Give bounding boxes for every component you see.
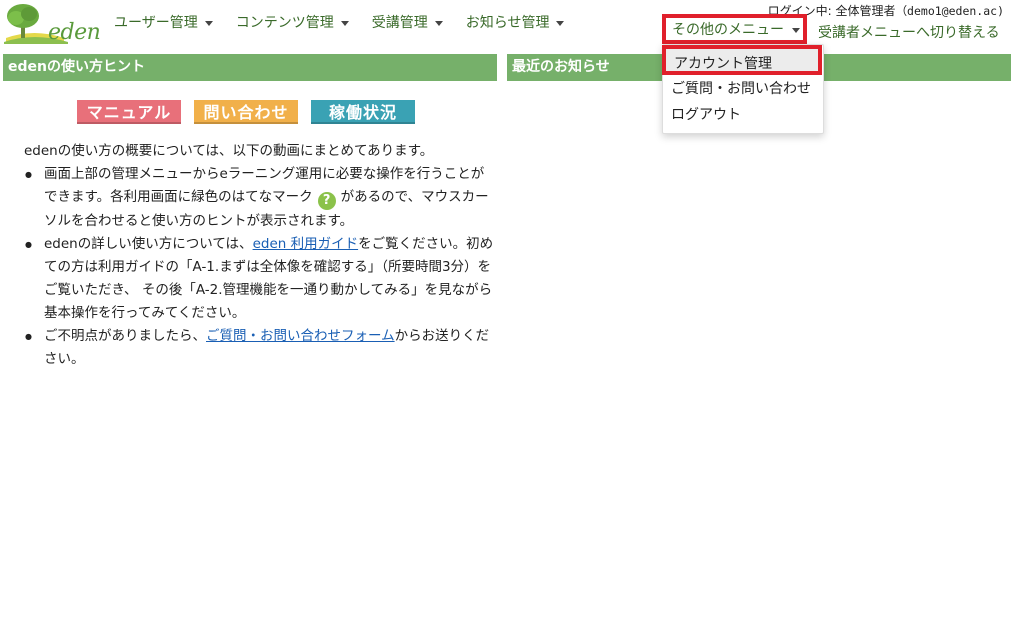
dropdown-item-inquiry[interactable]: ご質問・お問い合わせ: [671, 78, 811, 98]
contact-button[interactable]: 問い合わせ: [194, 100, 298, 124]
caret-down-icon: [792, 27, 800, 33]
dropdown-item-label: アカウント管理: [674, 56, 772, 72]
other-menu-button[interactable]: その他のメニュー: [662, 14, 807, 44]
switch-to-learner-link[interactable]: 受講者メニューへ切り替える: [818, 22, 1000, 42]
nav-label: ユーザー管理: [114, 15, 198, 31]
hint-text: edenの詳しい使い方については、: [44, 236, 253, 252]
hints-panel-title: edenの使い方ヒント: [3, 54, 497, 81]
nav-user-management[interactable]: ユーザー管理: [114, 12, 213, 32]
manual-button[interactable]: マニュアル: [77, 100, 181, 124]
caret-down-icon: [556, 20, 565, 26]
hints-list: 画面上部の管理メニューからeラーニング運用に必要な操作を行うことができます。各利…: [22, 163, 497, 371]
hints-intro: edenの使い方の概要については、以下の動画にまとめてあります。: [24, 143, 434, 159]
list-item: ご不明点がありましたら、ご質問・お問い合わせフォームからお送りください。: [25, 325, 497, 371]
login-user: 全体管理者: [835, 4, 896, 18]
nav-notice-management[interactable]: お知らせ管理: [466, 12, 565, 32]
other-menu-label: その他のメニュー: [672, 22, 784, 38]
dropdown-item-logout[interactable]: ログアウト: [671, 104, 741, 124]
list-item: 画面上部の管理メニューからeラーニング運用に必要な操作を行うことができます。各利…: [25, 163, 497, 233]
user-guide-link[interactable]: eden 利用ガイド: [253, 236, 359, 252]
list-item: edenの詳しい使い方については、eden 利用ガイドをご覧ください。初めての方…: [25, 233, 497, 325]
hint-text: ご不明点がありましたら、: [44, 328, 206, 344]
inquiry-form-link[interactable]: ご質問・お問い合わせフォーム: [206, 328, 395, 344]
main-nav: ユーザー管理 コンテンツ管理 受講管理 お知らせ管理: [114, 12, 587, 32]
nav-label: お知らせ管理: [465, 15, 550, 31]
nav-course-management[interactable]: 受講管理: [372, 12, 443, 32]
login-email: （demo1@eden.ac): [895, 4, 1004, 18]
nav-label: コンテンツ管理: [235, 15, 334, 31]
caret-down-icon: [204, 20, 213, 26]
nav-label: 受講管理: [371, 15, 428, 31]
eden-logo[interactable]: eden: [4, 2, 101, 45]
nav-content-management[interactable]: コンテンツ管理: [236, 12, 349, 32]
caret-down-icon: [340, 20, 349, 26]
help-question-icon: ?: [317, 192, 336, 210]
hints-content: edenの使い方の概要については、以下の動画にまとめてあります。 画面上部の管理…: [22, 140, 497, 371]
caret-down-icon: [434, 20, 443, 26]
dropdown-item-account-management[interactable]: アカウント管理: [662, 45, 822, 75]
status-button[interactable]: 稼働状況: [311, 100, 415, 124]
logo-text: eden: [48, 20, 101, 45]
